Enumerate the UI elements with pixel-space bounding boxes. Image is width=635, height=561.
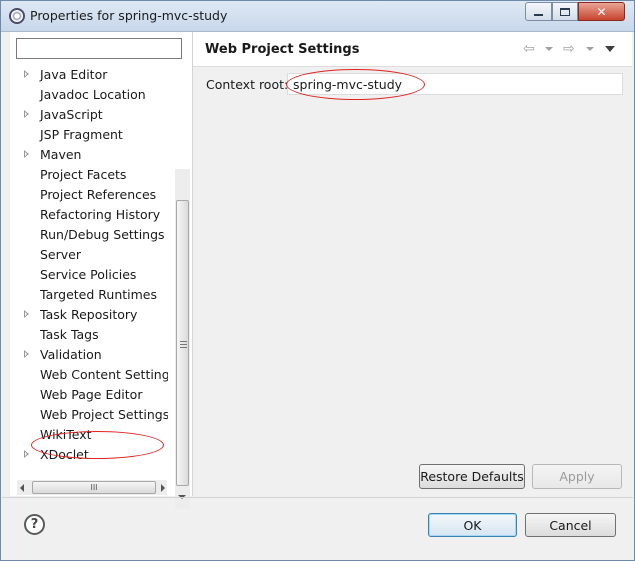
settings-page: Web Project Settings ⇦ ⇨ Context root: R… [193, 32, 632, 496]
tree-item-label: Task Repository [40, 307, 138, 322]
tree-item-label: Java Editor [40, 67, 108, 82]
help-icon[interactable]: ? [24, 514, 45, 535]
scroll-grip-icon [180, 341, 187, 348]
close-button[interactable]: ✕ [578, 2, 625, 21]
minimize-button[interactable] [525, 2, 552, 21]
context-root-input[interactable] [287, 73, 623, 95]
tree-vertical-scrollbar[interactable] [175, 169, 190, 509]
tree-item-label: Task Tags [40, 327, 99, 342]
tree-horizontal-scrollbar[interactable]: III [17, 480, 167, 495]
window-title: Properties for spring-mvc-study [30, 8, 228, 23]
tree-item[interactable]: Project Facets [10, 165, 168, 185]
tree-item[interactable]: Server [10, 245, 168, 265]
page-header: Web Project Settings ⇦ ⇨ [193, 32, 632, 67]
tree-item-label: JSP Fragment [40, 127, 123, 142]
tree-item[interactable]: Project References [10, 185, 168, 205]
expand-arrow-icon[interactable] [24, 350, 29, 358]
maximize-button[interactable] [552, 2, 578, 21]
tree-item-label: Project References [40, 187, 157, 202]
tree-item[interactable]: Refactoring History [10, 205, 168, 225]
tree-item[interactable]: JSP Fragment [10, 125, 168, 145]
tree-item[interactable]: Javadoc Location [10, 85, 168, 105]
footer-divider [2, 497, 633, 498]
tree-item[interactable]: Task Repository [10, 305, 168, 325]
category-panel: Java Editor Javadoc Location JavaScript JSP… [10, 32, 192, 509]
tree-item[interactable]: Validation [10, 345, 168, 365]
tree-item-label: Javadoc Location [40, 87, 146, 102]
filter-input[interactable] [16, 38, 182, 59]
minimize-icon [534, 13, 543, 16]
tree-item-label: Targeted Runtimes [40, 287, 157, 302]
tree-item-label: Web Content Settings [40, 367, 168, 382]
category-tree: Java Editor Javadoc Location JavaScript JSP… [10, 65, 168, 475]
tree-item-label: Maven [40, 147, 82, 162]
horizontal-scroll-thumb[interactable]: III [32, 481, 156, 494]
ok-button[interactable]: OK [428, 513, 517, 537]
back-arrow-icon[interactable]: ⇦ [523, 41, 535, 57]
vertical-scroll-thumb[interactable] [176, 200, 189, 486]
tree-item-label: Refactoring History [40, 207, 161, 222]
tree-item[interactable]: JavaScript [10, 105, 168, 125]
maximize-icon [560, 7, 570, 16]
apply-button[interactable]: Apply [532, 464, 622, 489]
tree-item-label: WikiText [40, 427, 92, 442]
forward-history-dropdown-icon[interactable] [586, 47, 594, 51]
expand-arrow-icon[interactable] [24, 150, 29, 158]
tree-item[interactable]: Service Policies [10, 265, 168, 285]
eclipse-app-icon [9, 8, 25, 24]
tree-item[interactable]: Web Project Settings [10, 405, 168, 425]
context-root-label: Context root: [206, 77, 289, 92]
restore-defaults-button[interactable]: Restore Defaults [419, 464, 525, 489]
forward-arrow-icon[interactable]: ⇨ [563, 41, 575, 57]
close-icon: ✕ [596, 4, 607, 19]
tree-item-label: XDoclet [40, 447, 89, 462]
tree-item[interactable]: Maven [10, 145, 168, 165]
back-history-dropdown-icon[interactable] [545, 47, 553, 51]
expand-arrow-icon[interactable] [24, 70, 29, 78]
view-menu-icon[interactable] [605, 46, 615, 52]
expand-arrow-icon[interactable] [24, 110, 29, 118]
tree-item[interactable]: Targeted Runtimes [10, 285, 168, 305]
tree-item[interactable]: Java Editor [10, 65, 168, 85]
expand-arrow-icon[interactable] [24, 450, 29, 458]
tree-item-label: Run/Debug Settings [40, 227, 165, 242]
tree-item[interactable]: Web Content Settings [10, 365, 168, 385]
tree-item[interactable]: Run/Debug Settings [10, 225, 168, 245]
scroll-right-arrow-icon[interactable] [161, 484, 165, 492]
tree-item[interactable]: Web Page Editor [10, 385, 168, 405]
tree-item[interactable]: WikiText [10, 425, 168, 445]
tree-item[interactable]: Task Tags [10, 325, 168, 345]
title-bar[interactable]: Properties for spring-mvc-study ✕ [1, 1, 634, 32]
tree-item-label: JavaScript [40, 107, 103, 122]
tree-item-label: Server [40, 247, 81, 262]
tree-item-label: Web Page Editor [40, 387, 143, 402]
tree-item[interactable]: XDoclet [10, 445, 168, 465]
cancel-button[interactable]: Cancel [525, 513, 616, 537]
properties-dialog: Properties for spring-mvc-study ✕ Java E… [0, 0, 635, 561]
scroll-left-arrow-icon[interactable] [20, 484, 24, 492]
tree-item-label: Validation [40, 347, 102, 362]
page-title: Web Project Settings [205, 42, 360, 57]
tree-item-label: Web Project Settings [40, 407, 168, 422]
expand-arrow-icon[interactable] [24, 310, 29, 318]
tree-item-label: Service Policies [40, 267, 137, 282]
tree-item-label: Project Facets [40, 167, 127, 182]
